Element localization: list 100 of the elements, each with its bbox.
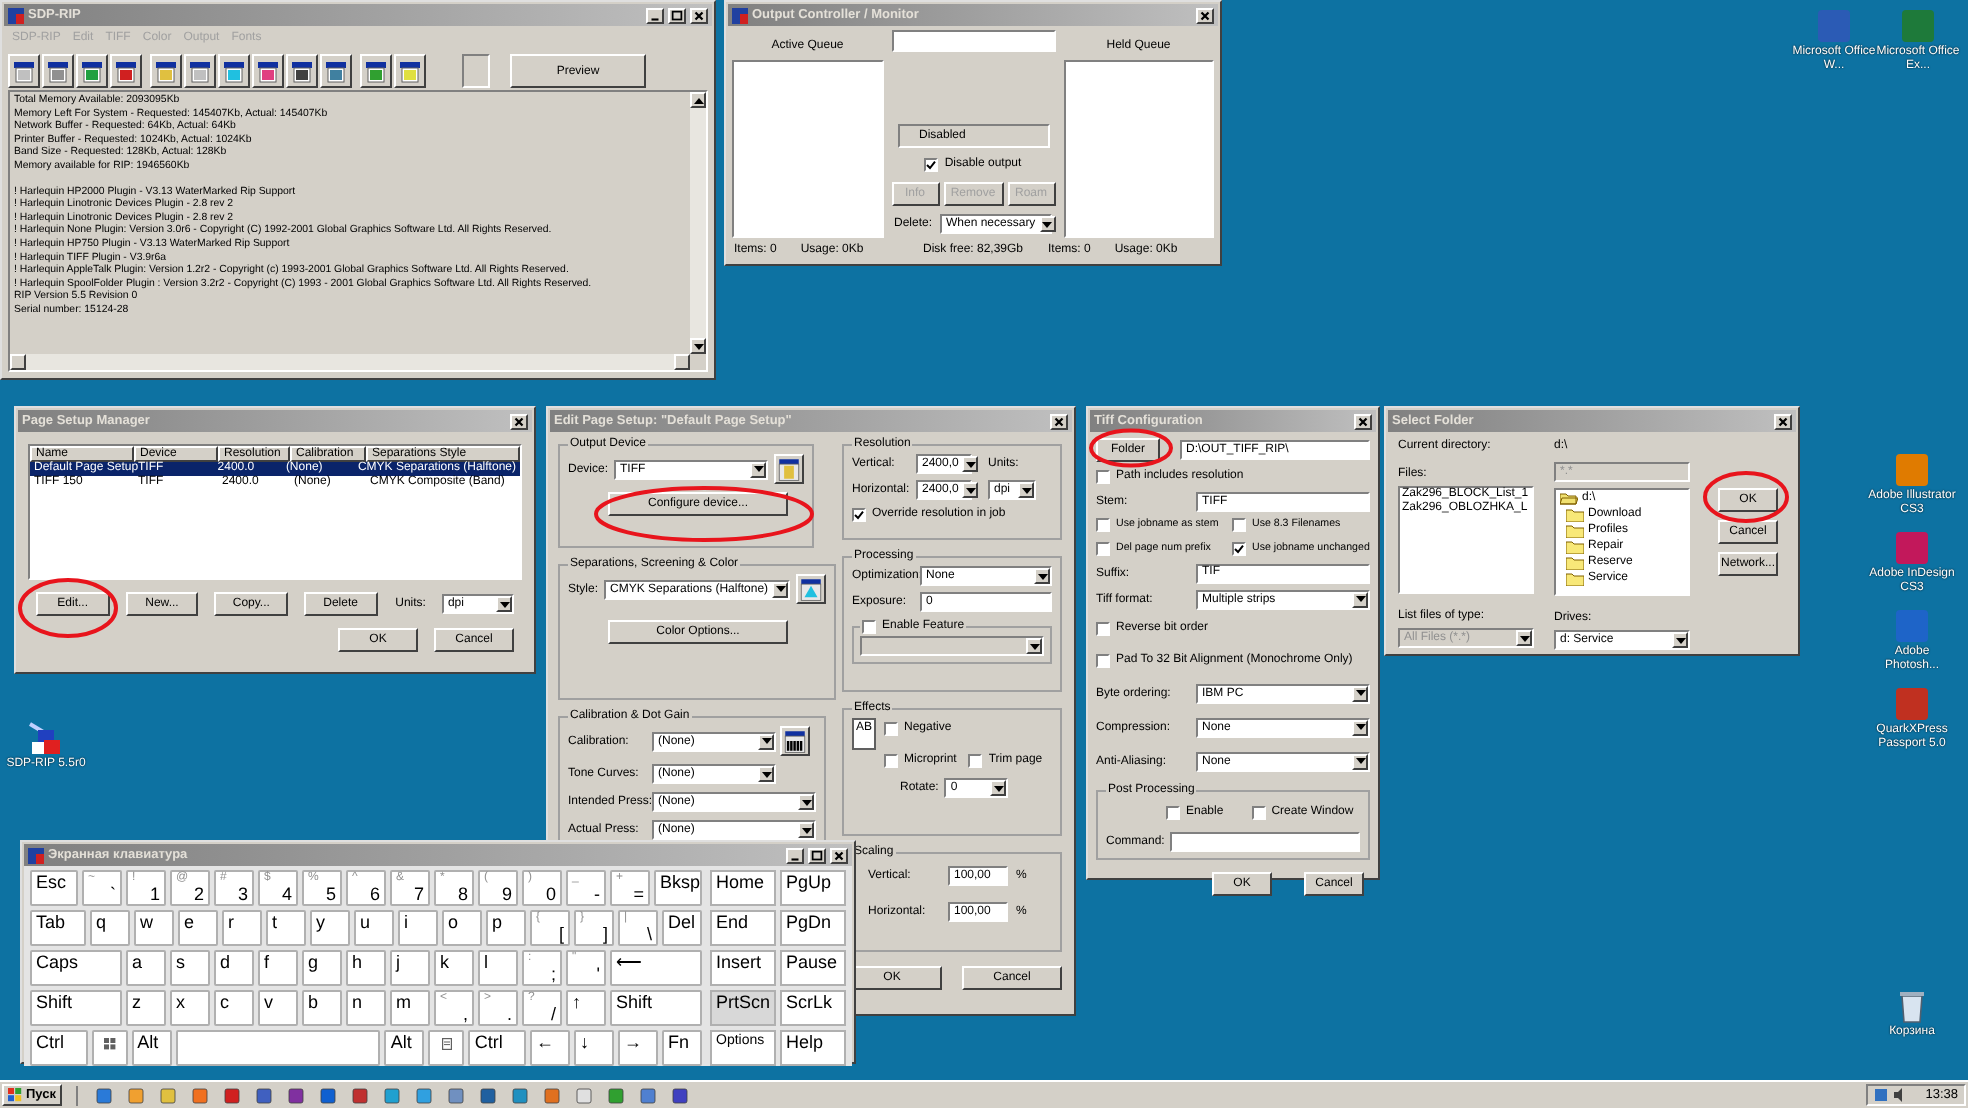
- keyboard-key[interactable]: Shift: [30, 990, 122, 1026]
- close-button[interactable]: [1050, 413, 1068, 429]
- keyboard-key[interactable]: End: [710, 910, 776, 946]
- keyboard-key[interactable]: y: [310, 910, 350, 946]
- dropdown[interactable]: [860, 636, 1044, 656]
- horizontal-scrollbar[interactable]: [10, 354, 690, 370]
- toolbar-button[interactable]: [360, 54, 392, 88]
- checkbox[interactable]: [862, 620, 876, 634]
- checkbox[interactable]: [1096, 470, 1110, 484]
- keyboard-key[interactable]: Esc: [30, 870, 78, 906]
- checkbox[interactable]: [1232, 518, 1246, 533]
- minimize-button[interactable]: [646, 7, 664, 23]
- toolbar-button[interactable]: [8, 54, 40, 88]
- close-button[interactable]: [690, 7, 708, 23]
- keyboard-key[interactable]: v: [258, 990, 298, 1026]
- checkbox[interactable]: [968, 754, 983, 768]
- tray-icon[interactable]: [1873, 1088, 1888, 1102]
- keyboard-key[interactable]: [428, 1030, 465, 1066]
- text-field[interactable]: [1170, 831, 1360, 852]
- app-icon[interactable]: [26, 720, 66, 756]
- toolbar-button[interactable]: [110, 54, 142, 88]
- keyboard-key[interactable]: Shift: [610, 990, 702, 1026]
- checkbox[interactable]: [884, 754, 898, 768]
- keyboard-key[interactable]: h: [346, 950, 386, 986]
- keyboard-key[interactable]: Home: [710, 870, 776, 906]
- close-button[interactable]: [510, 413, 528, 429]
- keyboard-key[interactable]: Ctrl: [468, 1030, 527, 1066]
- toolbar-button[interactable]: [150, 54, 182, 88]
- keyboard-key[interactable]: w: [134, 910, 174, 946]
- toolbar-button[interactable]: [320, 54, 352, 88]
- keyboard-key[interactable]: j: [390, 950, 430, 986]
- keyboard-key[interactable]: ↑: [566, 990, 606, 1026]
- keyboard-key[interactable]: →: [618, 1030, 659, 1066]
- maximize-button[interactable]: [808, 847, 826, 863]
- keyboard-key[interactable]: PgUp: [780, 870, 846, 906]
- checkbox[interactable]: [852, 508, 866, 522]
- keyboard-key[interactable]: q: [90, 910, 130, 946]
- checkbox[interactable]: [1251, 805, 1266, 820]
- text-field[interactable]: [891, 30, 1055, 52]
- keyboard-key[interactable]: ScrLk: [780, 990, 846, 1026]
- maximize-button[interactable]: [668, 7, 686, 23]
- keyboard-key[interactable]: Help: [780, 1030, 846, 1066]
- close-button[interactable]: [1774, 413, 1792, 429]
- keyboard-key[interactable]: ⟵: [610, 950, 702, 986]
- keyboard-key[interactable]: e: [178, 910, 218, 946]
- keyboard-key[interactable]: m: [390, 990, 430, 1026]
- keyboard-key[interactable]: f: [258, 950, 298, 986]
- checkbox[interactable]: [1096, 542, 1110, 557]
- keyboard-key[interactable]: Insert: [710, 950, 776, 986]
- toolbar-button[interactable]: [394, 54, 426, 88]
- keyboard-key[interactable]: o: [442, 910, 482, 946]
- trash-icon[interactable]: [1898, 988, 1926, 1024]
- keyboard-key[interactable]: r: [222, 910, 262, 946]
- close-button[interactable]: [830, 847, 848, 863]
- toolbar-button[interactable]: [218, 54, 250, 88]
- keyboard-key[interactable]: z: [126, 990, 166, 1026]
- keyboard-key[interactable]: PrtScn: [710, 990, 776, 1026]
- keyboard-key[interactable]: Alt: [131, 1030, 172, 1066]
- close-button[interactable]: [1354, 413, 1372, 429]
- keyboard-key[interactable]: n: [346, 990, 386, 1026]
- checkbox[interactable]: [1166, 805, 1180, 820]
- keyboard-key[interactable]: [91, 1030, 128, 1066]
- keyboard-key[interactable]: a: [126, 950, 166, 986]
- toolbar-button[interactable]: [286, 54, 318, 88]
- speaker-icon[interactable]: [1893, 1088, 1908, 1102]
- checkbox[interactable]: [924, 158, 939, 172]
- keyboard-key[interactable]: ↓: [574, 1030, 615, 1066]
- checkbox[interactable]: [884, 722, 898, 736]
- keyboard-key[interactable]: Ctrl: [30, 1030, 88, 1066]
- close-button[interactable]: [1196, 7, 1214, 23]
- keyboard-key[interactable]: Caps: [30, 950, 122, 986]
- checkbox[interactable]: [1096, 621, 1110, 636]
- keyboard-key[interactable]: g: [302, 950, 342, 986]
- keyboard-key[interactable]: x: [170, 990, 210, 1026]
- toolbar-button[interactable]: [42, 54, 74, 88]
- minimize-button[interactable]: [786, 847, 804, 863]
- keyboard-key[interactable]: Bksp: [653, 870, 702, 906]
- keyboard-key[interactable]: Tab: [30, 910, 86, 946]
- checkbox[interactable]: [1232, 542, 1246, 557]
- toolbar-button[interactable]: [252, 54, 284, 88]
- keyboard-key[interactable]: b: [302, 990, 342, 1026]
- keyboard-key[interactable]: k: [434, 950, 474, 986]
- keyboard-key[interactable]: Fn: [662, 1030, 703, 1066]
- keyboard-key[interactable]: s: [170, 950, 210, 986]
- keyboard-key[interactable]: PgDn: [780, 910, 846, 946]
- keyboard-key[interactable]: ←: [530, 1030, 571, 1066]
- toolbar-button[interactable]: [184, 54, 216, 88]
- vertical-scrollbar[interactable]: [690, 92, 706, 354]
- keyboard-key[interactable]: Alt: [384, 1030, 425, 1066]
- checkbox[interactable]: [1096, 653, 1110, 668]
- keyboard-key[interactable]: d: [214, 950, 254, 986]
- keyboard-key[interactable]: p: [486, 910, 526, 946]
- keyboard-key[interactable]: c: [214, 990, 254, 1026]
- keyboard-key[interactable]: u: [354, 910, 394, 946]
- keyboard-key[interactable]: i: [398, 910, 438, 946]
- checkbox[interactable]: [1096, 518, 1110, 533]
- keyboard-key[interactable]: l: [478, 950, 518, 986]
- toolbar-button[interactable]: [76, 54, 108, 88]
- keyboard-key[interactable]: t: [266, 910, 306, 946]
- keyboard-key[interactable]: Del: [662, 910, 702, 946]
